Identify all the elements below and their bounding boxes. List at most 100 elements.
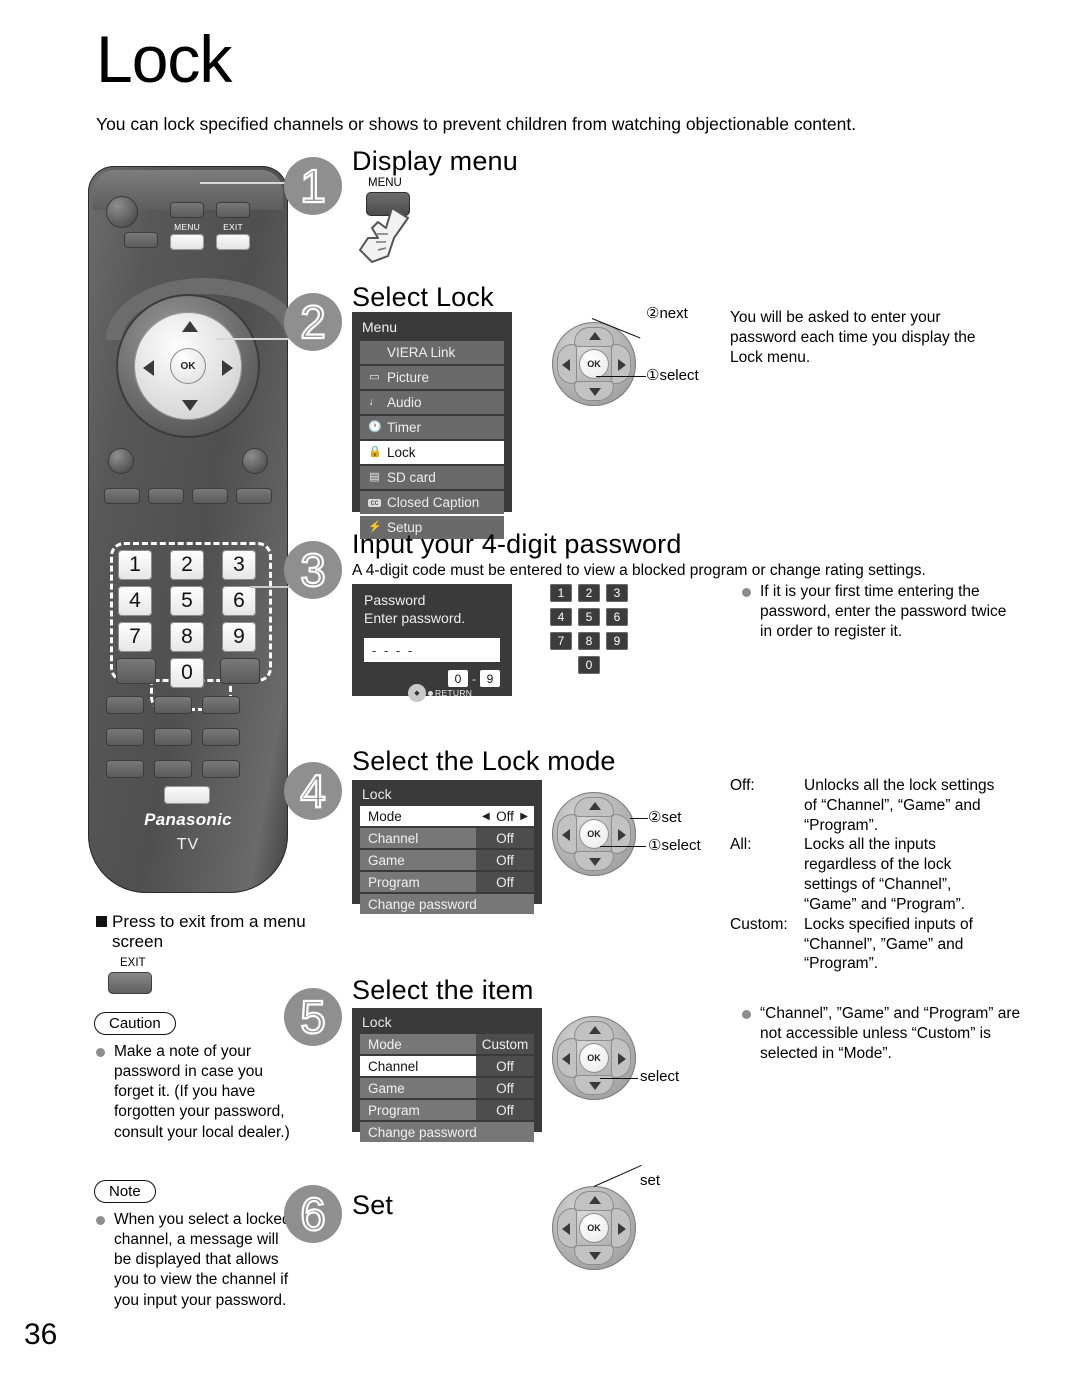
callout-key-9: 9: [606, 632, 628, 650]
lock-row-value[interactable]: ◀ Off ▶: [476, 806, 534, 826]
step-2-cursor-pad[interactable]: OK: [552, 322, 636, 406]
step-3-title: Input your 4-digit password: [352, 529, 682, 559]
pad-ok-button[interactable]: OK: [579, 819, 609, 849]
lock-row-channel[interactable]: Channel Off: [360, 1056, 534, 1076]
exit-button-label: EXIT: [120, 957, 146, 969]
pad-ok-button[interactable]: OK: [579, 1043, 609, 1073]
lock-row-label: Change password: [360, 1122, 534, 1142]
remote-key-2: 2: [170, 550, 204, 580]
manual-page: Lock You can lock specified channels or …: [0, 0, 1080, 1397]
page-intro: You can lock specified channels or shows…: [96, 114, 857, 134]
password-dialog-footer: 0 - 9 ◆ RETURN: [352, 662, 512, 708]
menu-item-timer[interactable]: 🕐 Timer: [360, 416, 504, 439]
menu-item-label: Timer: [387, 420, 421, 435]
step-2-callout-select: ①select: [646, 367, 699, 384]
menu-item-closed-caption[interactable]: cc Closed Caption: [360, 491, 504, 514]
return-label: RETURN: [435, 688, 473, 698]
menu-panel-header: Menu: [362, 319, 398, 335]
menu-item-label: VIERA Link: [387, 345, 456, 360]
menu-item-picture[interactable]: ▭ Picture: [360, 366, 504, 389]
step-6-number: 6: [284, 1185, 342, 1243]
password-input[interactable]: - - - -: [364, 638, 500, 662]
password-dialog: Password Enter password. - - - - 0 - 9 ◆…: [352, 584, 512, 702]
pad-ok-button[interactable]: OK: [579, 1213, 609, 1243]
return-hint: ◆ RETURN: [408, 684, 472, 702]
step-6-callout-set: set: [640, 1172, 661, 1189]
remote-tv-label: TV: [176, 836, 200, 853]
remote-control-illustration: MENU EXIT OK 1 2 3 4 5 6 7 8 9 0 Panason…: [88, 166, 302, 893]
lock-row-program[interactable]: Program Off: [360, 872, 534, 892]
remote-key-5: 5: [170, 586, 204, 616]
step-6-cursor-pad[interactable]: OK: [552, 1186, 636, 1270]
power-button: [106, 196, 138, 228]
lock-row-program[interactable]: Program Off: [360, 1100, 534, 1120]
step-3-keypad-callout: 1 2 3 4 5 6 7 8 9 0: [550, 584, 650, 674]
lock-row-value: Off: [476, 850, 534, 870]
pad-down-arrow-icon: [589, 1252, 601, 1260]
remote-key-3: 3: [222, 550, 256, 580]
remote-key-7: 7: [118, 622, 152, 652]
pointing-hand-icon: [359, 207, 409, 263]
lock-row-channel[interactable]: Channel Off: [360, 828, 534, 848]
menu-item-label: Picture: [387, 370, 430, 385]
lock-row-change-password[interactable]: Change password: [360, 894, 534, 914]
pad-left-arrow-icon: [562, 359, 570, 371]
lock-row-label: Game: [360, 850, 476, 870]
menu-item-audio[interactable]: ♩ Audio: [360, 391, 504, 414]
lock-row-label: Program: [360, 1100, 476, 1120]
panasonic-logo: Panasonic: [144, 810, 232, 829]
definition-key: All:: [730, 836, 752, 854]
callout-key-3: 3: [606, 584, 628, 602]
menu-item-label: Lock: [387, 445, 416, 460]
lock-row-change-password[interactable]: Change password: [360, 1122, 534, 1142]
remote-key-8: 8: [170, 622, 204, 652]
caution-text: Make a note of your password in case you…: [96, 1042, 292, 1143]
step-2-note: You will be asked to enter your password…: [730, 309, 976, 366]
picture-icon: ▭: [369, 371, 380, 383]
key-range-to: 9: [480, 670, 500, 687]
menu-item-sd-card[interactable]: ▤ SD card: [360, 466, 504, 489]
lock-mode-definitions: Off: Unlocks all the lock settings of “C…: [730, 776, 1008, 974]
pad-ok-button[interactable]: OK: [579, 349, 609, 379]
pad-down-arrow-icon: [589, 388, 601, 396]
pad-left-arrow-icon: [562, 1223, 570, 1235]
definition-value: Locks all the inputs regardless of the l…: [804, 836, 966, 913]
callout-key-6: 6: [606, 608, 628, 626]
callout-key-1: 1: [550, 584, 572, 602]
pad-up-arrow-icon: [589, 1026, 601, 1034]
pad-right-arrow-icon: [618, 1053, 626, 1065]
step-5-callout-select: select: [640, 1068, 680, 1085]
pad-left-arrow-icon: [562, 829, 570, 841]
definition-value: Unlocks all the lock settings of “Channe…: [804, 777, 995, 834]
lock-row-game[interactable]: Game Off: [360, 1078, 534, 1098]
right-caret-icon: ▶: [520, 810, 528, 822]
step-1-menu-button-label: MENU: [368, 177, 402, 189]
callout-key-2: 2: [578, 584, 600, 602]
step-4-title: Select the Lock mode: [352, 746, 616, 776]
remote-row4-center: [164, 786, 210, 804]
step-5-cursor-pad[interactable]: OK: [552, 1016, 636, 1100]
leader-line-step2: [216, 338, 296, 340]
definition-all: All: Locks all the inputs regardless of …: [730, 835, 1008, 914]
lock-row-mode[interactable]: Mode ◀ Off ▶: [360, 806, 534, 826]
page-title: Lock: [96, 22, 232, 96]
remote-row2-b: [154, 728, 192, 746]
aux-button: [124, 232, 158, 248]
menu-item-viera-link[interactable]: VIERA Link: [360, 341, 504, 364]
step-4-cursor-pad[interactable]: OK: [552, 792, 636, 876]
pad-up-arrow-icon: [589, 332, 601, 340]
lock-row-label: Channel: [360, 1056, 476, 1076]
lock-row-label: Mode: [360, 1034, 476, 1054]
remote-key-9: 9: [222, 622, 256, 652]
lock-row-value: Off: [476, 872, 534, 892]
lock-row-game[interactable]: Game Off: [360, 850, 534, 870]
pad-right-arrow-icon: [618, 359, 626, 371]
lock-icon: 🔒: [368, 446, 382, 458]
lock-row-mode[interactable]: Mode Custom: [360, 1034, 534, 1054]
step-2-number: 2: [284, 293, 342, 351]
lock-row-value: Custom: [476, 1034, 534, 1054]
lock-row-value: Off: [476, 1100, 534, 1120]
pad-up-arrow-icon: [589, 1196, 601, 1204]
menu-item-lock[interactable]: 🔒 Lock: [360, 441, 504, 464]
callout-line-set: [630, 818, 648, 819]
